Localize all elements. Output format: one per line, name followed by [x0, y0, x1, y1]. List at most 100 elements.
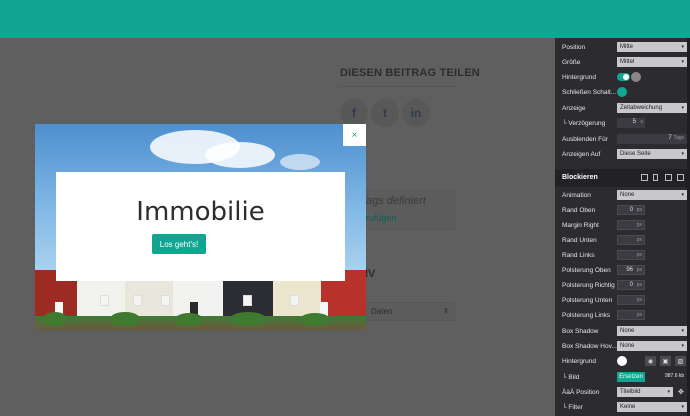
unit: px	[636, 267, 642, 273]
row-margin-bottom: Rand Unten px	[555, 233, 690, 248]
popup-title: Immobilie	[136, 197, 265, 227]
block-section-header: Blockieren	[555, 169, 690, 187]
row-show-on: Anzeigen Auf Diese Seite ▾	[555, 147, 690, 162]
color-swatch[interactable]	[617, 356, 627, 366]
label: Schließen Schalt...	[562, 89, 617, 96]
unit: s	[640, 119, 644, 125]
position-select[interactable]: Mitte ▾	[617, 42, 687, 52]
margin-left-input[interactable]: px	[617, 250, 645, 260]
twitter-icon[interactable]: t	[371, 99, 399, 127]
image-icon[interactable]: ▨	[675, 356, 686, 366]
window	[161, 295, 170, 306]
padding-bottom-input[interactable]: px	[617, 295, 645, 305]
margin-bottom-input[interactable]: px	[617, 235, 645, 245]
unit: px	[636, 237, 642, 243]
label: Hintergrund	[562, 358, 596, 365]
row-padding-right: Polsterung Richtig 0 px	[555, 278, 690, 293]
label: Box Shadow Hov...	[562, 343, 617, 350]
margin-top-input[interactable]: 0 px	[617, 205, 645, 215]
label: Box Shadow	[562, 328, 599, 335]
label: Anzeigen Auf	[562, 151, 601, 158]
hide-for-input[interactable]: 7 Tags	[617, 134, 687, 144]
cloud	[280, 154, 320, 170]
chevron-down-icon: ▾	[681, 404, 684, 410]
box-shadow-hover-select[interactable]: None ▾	[617, 341, 687, 351]
size-select[interactable]: Mittel ▾	[617, 57, 687, 67]
color-swatch[interactable]	[631, 72, 641, 82]
target-icon[interactable]: ✥	[678, 388, 684, 396]
label: Polsterung Unten	[562, 297, 613, 304]
camera-icon[interactable]: ◉	[645, 356, 656, 366]
padding-right-input[interactable]: 0 px	[617, 280, 645, 290]
row-padding-top: Polsterung Oben 96 px	[555, 263, 690, 278]
filter-value: Keine	[620, 404, 636, 410]
row-delay: └ Verzögerung 5 s	[555, 116, 690, 131]
background-toggle[interactable]	[617, 73, 630, 81]
label: Position	[562, 44, 586, 51]
row-hide-for: Ausblenden Für 7 Tags	[555, 132, 690, 147]
box-shadow-value: None	[620, 328, 635, 334]
label: ÄäÄ Position	[562, 389, 600, 396]
show-on-value: Diese Seite	[620, 151, 651, 157]
hide-for-value: 7	[668, 135, 672, 141]
animation-value: None	[620, 192, 635, 198]
chevron-down-icon: ▾	[667, 389, 670, 395]
row-block-background: Hintergrund ◉ ▣ ▨	[555, 354, 690, 369]
mobile-icon[interactable]	[653, 174, 658, 181]
row-size: Größe Mittel ▾	[555, 55, 690, 70]
section-heading: IV	[365, 268, 376, 280]
display-select[interactable]: Zeitabweichung ▾	[617, 103, 687, 113]
row-image: └ Bild Ersetzen 987.6 kb	[555, 370, 690, 385]
facebook-icon[interactable]: f	[340, 99, 368, 127]
animation-select[interactable]: None ▾	[617, 190, 687, 200]
padding-top-input[interactable]: 96 px	[617, 265, 645, 275]
position-value: Mitte	[620, 44, 634, 50]
row-close-button: Schließen Schalt...	[555, 85, 690, 100]
display-value: Zeitabweichung	[620, 105, 663, 111]
divider	[340, 86, 455, 87]
row-padding-bottom: Polsterung Unten px	[555, 293, 690, 308]
filter-select[interactable]: Keine ▾	[617, 402, 687, 412]
linkedin-icon[interactable]: in	[402, 99, 430, 127]
save-icon[interactable]	[641, 174, 648, 181]
cta-button[interactable]: Los geht's!	[152, 234, 206, 254]
unit: px	[636, 207, 642, 213]
bush	[110, 312, 140, 326]
bg-position-select[interactable]: Titelbild ▾	[617, 387, 673, 397]
unit: px	[636, 312, 642, 318]
top-bar	[0, 0, 690, 38]
row-box-shadow-hover: Box Shadow Hov... None ▾	[555, 339, 690, 354]
show-on-select[interactable]: Diese Seite ▾	[617, 149, 687, 159]
label: └ Verzögerung	[562, 120, 606, 127]
label: Margin Right	[562, 222, 599, 229]
margin-right-input[interactable]: px	[617, 220, 645, 230]
settings-panel: Position Mitte ▾ Größe Mittel ▾ Hintergrund …	[555, 38, 690, 416]
color-swatch[interactable]	[617, 87, 627, 97]
chevron-down-icon: ▾	[681, 59, 684, 65]
chevron-down-icon: ▾	[681, 328, 684, 334]
delay-input[interactable]: 5s	[617, 118, 645, 128]
padding-left-input[interactable]: px	[617, 310, 645, 320]
updown-icon: ⇕	[443, 308, 449, 315]
replace-button[interactable]: Ersetzen	[617, 372, 645, 382]
unit: px	[636, 297, 642, 303]
row-animation: Animation None ▾	[555, 188, 690, 203]
unit: px	[636, 252, 642, 258]
row-box-shadow: Box Shadow None ▾	[555, 324, 690, 339]
box-shadow-select[interactable]: None ▾	[617, 326, 687, 336]
close-icon[interactable]: ×	[343, 124, 366, 146]
label: Rand Links	[562, 252, 595, 259]
value: 96	[626, 267, 633, 273]
copy-icon[interactable]	[665, 174, 672, 181]
bush	[175, 313, 203, 326]
trash-icon[interactable]	[677, 174, 684, 181]
label: Animation	[562, 192, 591, 199]
row-margin-top: Rand Oben 0 px	[555, 203, 690, 218]
row-padding-left: Polsterung Links px	[555, 308, 690, 323]
popup-modal: Immobilie Los geht's!	[35, 124, 366, 330]
video-icon[interactable]: ▣	[660, 356, 671, 366]
cloud	[205, 142, 275, 168]
label: Größe	[562, 59, 581, 66]
label: Rand Oben	[562, 207, 596, 214]
label: Polsterung Oben	[562, 267, 611, 274]
